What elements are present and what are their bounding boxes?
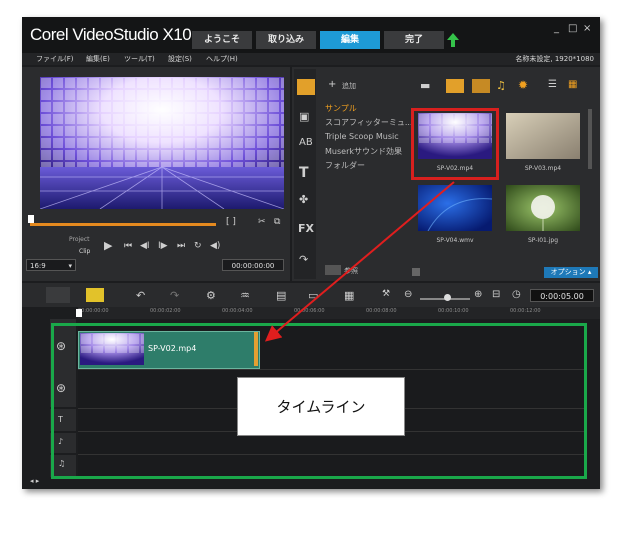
tab-capture[interactable]: 取り込み: [256, 31, 316, 49]
add-icon[interactable]: +: [328, 79, 336, 90]
video-filter-icon[interactable]: [446, 79, 464, 93]
preview-window: [40, 77, 284, 209]
close-button[interactable]: ×: [583, 23, 591, 34]
menu-tools[interactable]: ツール(T): [124, 54, 155, 64]
thumb-label-sp-v03: SP-V03.mp4: [524, 165, 562, 172]
redo-icon[interactable]: ↷: [170, 289, 179, 302]
upload-arrow-icon[interactable]: [446, 32, 460, 48]
thumb-label-sp-i01: SP-I01.jpg: [527, 237, 559, 244]
maximize-button[interactable]: □: [568, 23, 577, 34]
app-brand: Corel VideoStudio X10: [30, 25, 192, 44]
browse-icon[interactable]: [325, 265, 341, 275]
library-scrollbar[interactable]: [588, 109, 592, 169]
motion-icon[interactable]: ▭: [308, 289, 318, 302]
preview-image: [40, 77, 284, 209]
ruler-tick: 00:00:04:00: [222, 308, 253, 314]
menu-settings[interactable]: 設定(S): [168, 54, 192, 64]
ruler-tick: 00:00:10:00: [438, 308, 469, 314]
project-info: 名称未設定, 1920*1080: [515, 55, 594, 63]
thumb-sp-v04[interactable]: [418, 185, 492, 231]
zoom-out-icon[interactable]: ⊖: [404, 289, 412, 300]
track-manager-icon[interactable]: ⚙: [206, 289, 216, 302]
zoom-slider-handle[interactable]: [444, 294, 451, 301]
scroll-left-icon[interactable]: [412, 268, 420, 276]
next-frame-icon[interactable]: I▶: [158, 241, 168, 251]
scrubber-handle[interactable]: [28, 215, 34, 223]
mix-icon[interactable]: ▤: [276, 289, 286, 302]
fx-icon[interactable]: FX: [298, 222, 314, 235]
track-gutter: [22, 319, 50, 489]
ruler-tick: 00:00:12:00: [510, 308, 541, 314]
grid-icon[interactable]: ▦: [344, 289, 354, 302]
chevron-down-icon: ▾: [68, 262, 72, 270]
tab-share[interactable]: 完了: [384, 31, 444, 49]
chevron-up-icon: ▴: [587, 268, 592, 276]
copy-icon[interactable]: ⧉: [274, 217, 280, 227]
zoom-in-icon[interactable]: ⊕: [474, 289, 482, 300]
aspect-select[interactable]: 16:9 ▾: [26, 259, 76, 271]
browse-label[interactable]: 参照: [344, 266, 358, 276]
photo-filter-icon[interactable]: [472, 79, 490, 93]
play-icon[interactable]: ▶: [104, 239, 112, 252]
graphic-icon[interactable]: ✤: [299, 193, 308, 206]
trim-markers[interactable]: [ ]: [226, 217, 236, 227]
thumb-highlight-frame: [411, 108, 499, 180]
instant-project-icon[interactable]: ▣: [299, 110, 309, 123]
minimize-button[interactable]: _: [554, 23, 559, 34]
volume-icon[interactable]: ◀): [210, 241, 220, 251]
title-icon[interactable]: T: [299, 165, 309, 181]
clip-mode-label[interactable]: Clip: [79, 248, 90, 255]
aspect-value: 16:9: [30, 262, 46, 270]
category-sample[interactable]: サンプル: [325, 103, 357, 114]
media-icon[interactable]: [297, 79, 315, 95]
thumb-label-sp-v04: SP-V04.wmv: [436, 237, 474, 244]
storyboard-view-icon[interactable]: [86, 288, 104, 302]
ruler-tick: 00:00:02:00: [150, 308, 181, 314]
app-window: Corel VideoStudio X10 ようこそ 取り込み 編集 完了 _ …: [22, 17, 600, 489]
category-folder[interactable]: フォルダー: [325, 160, 365, 171]
scrubber-range[interactable]: [30, 223, 216, 226]
thumb-sp-i01[interactable]: [506, 185, 580, 231]
transition-icon[interactable]: AB: [299, 137, 313, 148]
add-label[interactable]: 追加: [342, 81, 356, 91]
timeline-highlight-frame: [51, 323, 587, 479]
ruler-tick: 00:00:08:00: [366, 308, 397, 314]
project-mode-label[interactable]: Project: [69, 236, 90, 243]
undo-icon[interactable]: ↶: [136, 289, 145, 302]
tab-welcome[interactable]: ようこそ: [192, 31, 252, 49]
clock-icon[interactable]: ◷: [512, 289, 521, 300]
auto-music-icon[interactable]: ⚒: [382, 289, 390, 299]
list-view-icon[interactable]: ☰: [548, 79, 557, 90]
prev-frame-icon[interactable]: ◀I: [140, 241, 150, 251]
ruler-tick: 00:00:06:00: [294, 308, 325, 314]
options-label: オプション: [550, 268, 586, 276]
repeat-icon[interactable]: ↻: [194, 241, 202, 251]
music-filter-icon[interactable]: ♫: [496, 79, 506, 92]
thumb-sp-v03[interactable]: [506, 113, 580, 159]
fit-project-icon[interactable]: ⊟: [492, 289, 500, 300]
end-icon[interactable]: ⏭: [177, 241, 185, 251]
folder-icon[interactable]: ▬: [420, 79, 430, 92]
menu-help[interactable]: ヘルプ(H): [206, 54, 238, 64]
category-sound-effects[interactable]: Muserkサウンド効果: [325, 146, 402, 157]
playhead[interactable]: [76, 309, 82, 317]
path-icon[interactable]: ↷: [299, 253, 308, 266]
ruler-tick: 00:00:00:00: [78, 308, 109, 314]
timeline-scroll-icon[interactable]: ◂ ▸: [30, 477, 39, 485]
cut-icon[interactable]: ✂: [258, 217, 266, 227]
menu-edit[interactable]: 編集(E): [86, 54, 110, 64]
category-triple-scoop[interactable]: Triple Scoop Music: [325, 132, 399, 141]
menu-file[interactable]: ファイル(F): [36, 54, 74, 64]
timeline-view-icon[interactable]: [46, 287, 70, 303]
settings-icon[interactable]: ✹: [518, 78, 528, 92]
category-scorefitter[interactable]: スコアフィッターミュ...: [325, 117, 412, 128]
audio-wave-icon[interactable]: ♒: [240, 289, 250, 302]
home-icon[interactable]: ⏮: [124, 241, 132, 251]
duration-display[interactable]: 0:00:05.00: [530, 289, 594, 302]
thumbnail-view-icon[interactable]: ▦: [568, 79, 577, 90]
timecode-display[interactable]: 00:00:00:00: [222, 259, 284, 271]
options-button[interactable]: オプション ▴: [544, 267, 598, 278]
tab-edit[interactable]: 編集: [320, 31, 380, 49]
